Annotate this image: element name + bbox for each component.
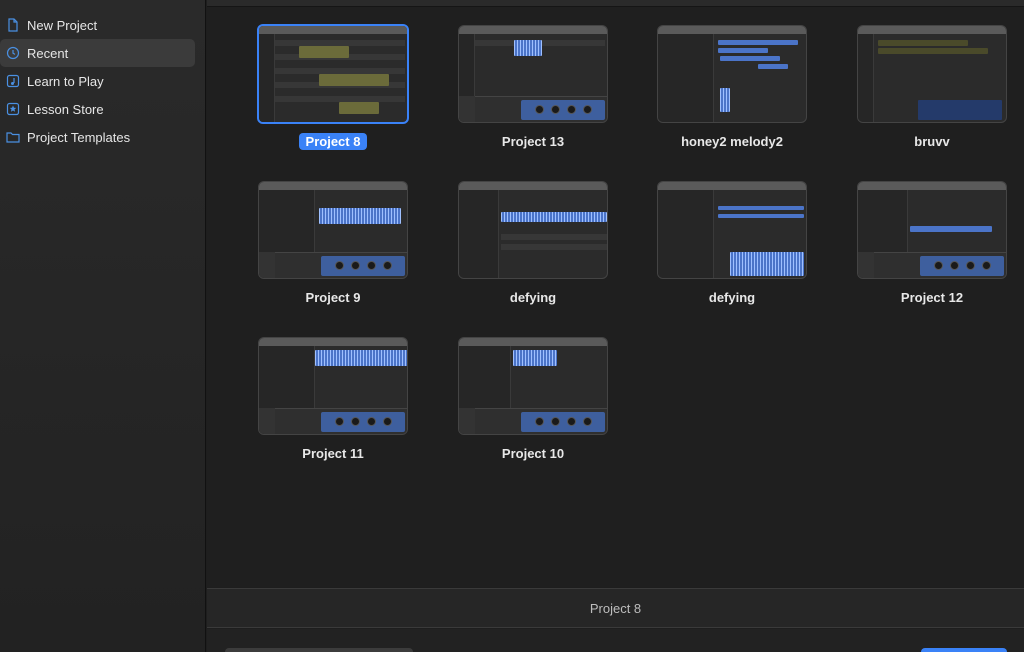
project-name: Project 13: [501, 134, 565, 149]
project-name: bruvv: [914, 134, 950, 149]
project-thumbnail: [458, 25, 608, 123]
project-name: Project 10: [501, 446, 565, 461]
project-name: Project 11: [302, 446, 364, 461]
project-name: Project 9: [305, 290, 361, 305]
music-note-icon: [6, 74, 20, 88]
project-tile-honey2-melody2[interactable]: honey2 melody2: [657, 25, 809, 165]
selected-project-bar: Project 8: [207, 588, 1024, 628]
sidebar-item-recent[interactable]: Recent: [0, 39, 195, 67]
sidebar-item-project-templates[interactable]: Project Templates: [0, 123, 195, 151]
project-thumbnail: [657, 181, 807, 279]
sidebar-item-label: New Project: [27, 17, 98, 33]
sidebar: New Project Recent Learn to Play Lesson …: [0, 0, 206, 652]
project-thumbnail: [857, 25, 1007, 123]
footer-toolbar: [207, 629, 1024, 652]
project-thumbnail: [857, 181, 1007, 279]
folder-icon: [6, 130, 20, 144]
project-tile-project-10[interactable]: Project 10: [458, 337, 610, 477]
project-tile-bruvv[interactable]: bruvv: [857, 25, 1009, 165]
project-name: defying: [509, 290, 557, 305]
selected-project-name: Project 8: [589, 600, 642, 616]
project-tile-project-12[interactable]: Project 12: [857, 181, 1009, 321]
project-thumbnail: [458, 337, 608, 435]
sidebar-item-label: Learn to Play: [27, 73, 104, 89]
project-thumbnail: [258, 337, 408, 435]
sidebar-item-label: Recent: [27, 45, 69, 61]
toolbar-edge: [207, 0, 1024, 7]
project-tile-defying-2[interactable]: defying: [657, 181, 809, 321]
project-tile-defying-1[interactable]: defying: [458, 181, 610, 321]
project-tile-project-13[interactable]: Project 13: [458, 25, 610, 165]
sidebar-item-new-project[interactable]: New Project: [0, 11, 195, 39]
project-name: Project 12: [900, 290, 964, 305]
secondary-button[interactable]: [225, 648, 413, 652]
clock-icon: [6, 46, 20, 60]
sidebar-item-label: Project Templates: [27, 129, 131, 145]
project-thumbnail: [657, 25, 807, 123]
sidebar-item-lesson-store[interactable]: Lesson Store: [0, 95, 195, 123]
project-tile-project-11[interactable]: Project 11: [258, 337, 410, 477]
sidebar-item-learn-to-play[interactable]: Learn to Play: [0, 67, 195, 95]
project-name: defying: [708, 290, 756, 305]
primary-button[interactable]: [921, 648, 1007, 652]
project-thumbnail: [258, 181, 408, 279]
star-icon: [6, 102, 20, 116]
project-thumbnail: [458, 181, 608, 279]
project-name: Project 8: [298, 133, 368, 150]
project-thumbnail: [257, 24, 409, 124]
project-tile-project-8[interactable]: Project 8: [257, 24, 410, 165]
project-name: honey2 melody2: [681, 134, 783, 149]
project-tile-project-9[interactable]: Project 9: [258, 181, 410, 321]
sidebar-item-label: Lesson Store: [27, 101, 104, 117]
document-icon: [6, 18, 20, 32]
